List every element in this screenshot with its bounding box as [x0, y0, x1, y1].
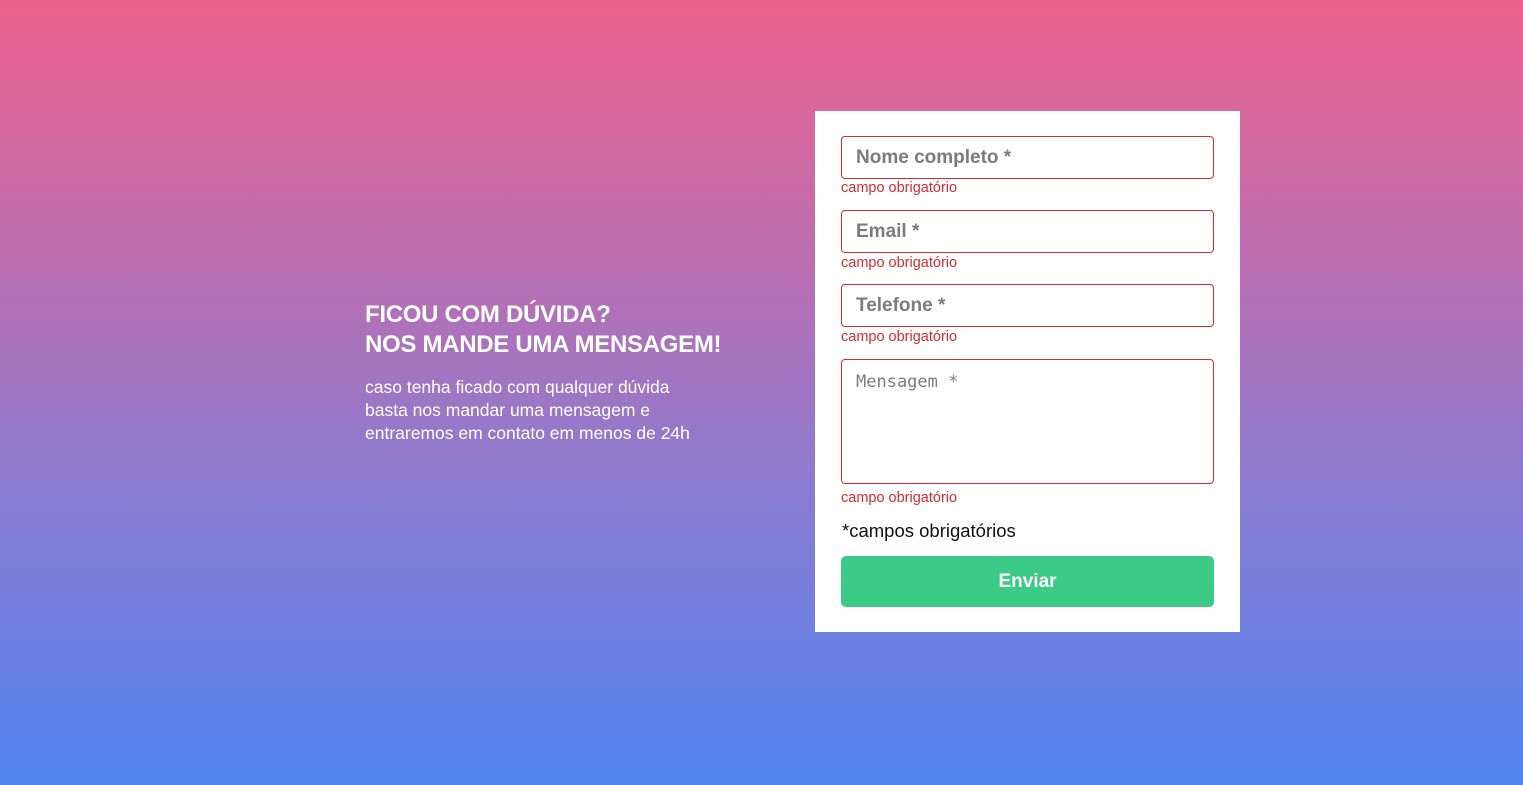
email-input[interactable]: [841, 210, 1214, 253]
message-error: campo obrigatório: [841, 490, 958, 506]
phone-input[interactable]: [841, 284, 1214, 327]
contact-form: campo obrigatório campo obrigatório camp…: [815, 111, 1240, 632]
heading-line-1: FICOU COM DÚVIDA?: [365, 301, 611, 328]
name-error: campo obrigatório: [841, 180, 958, 196]
phone-error: campo obrigatório: [841, 329, 958, 345]
message-textarea[interactable]: [841, 359, 1214, 484]
page-heading: FICOU COM DÚVIDA? NOS MANDE UMA MENSAGEM…: [365, 300, 745, 360]
name-input[interactable]: [841, 136, 1214, 179]
intro-section: FICOU COM DÚVIDA? NOS MANDE UMA MENSAGEM…: [365, 300, 745, 445]
heading-line-2: NOS MANDE UMA MENSAGEM!: [365, 331, 722, 358]
intro-description: caso tenha ficado com qualquer dúvida ba…: [365, 377, 690, 443]
submit-button[interactable]: Enviar: [841, 556, 1214, 607]
email-error: campo obrigatório: [841, 255, 958, 271]
required-fields-note: *campos obrigatórios: [842, 520, 1016, 541]
